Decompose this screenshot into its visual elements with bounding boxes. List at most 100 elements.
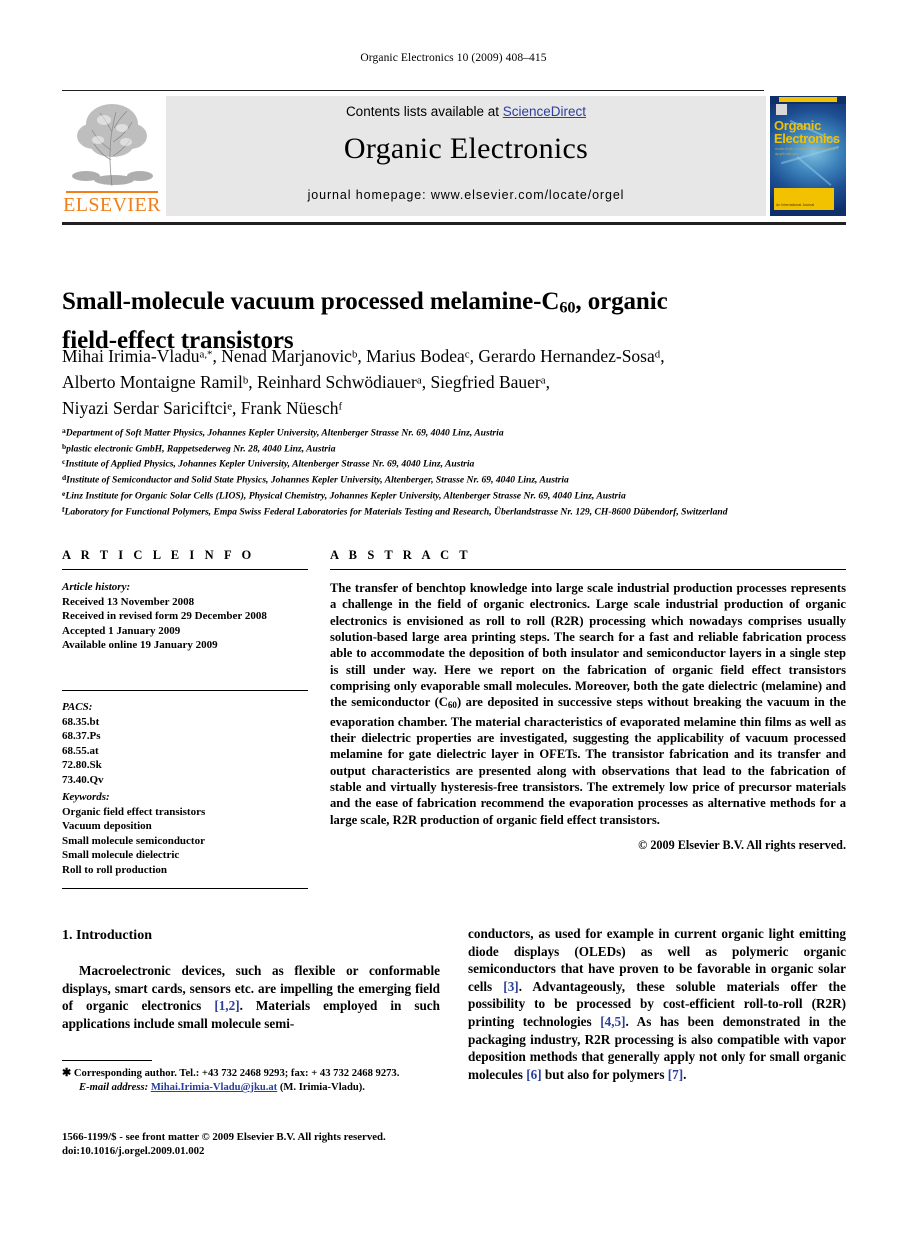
- keyword: Vacuum deposition: [62, 820, 152, 833]
- author-name: Frank Nüesch: [240, 397, 339, 418]
- keyword: Organic field effect transistors: [62, 805, 206, 818]
- affiliation: eLinz Institute for Organic Solar Cells …: [62, 487, 822, 503]
- author-affiliation-mark[interactable]: a,*: [200, 348, 213, 360]
- citation-link[interactable]: [1,2]: [214, 998, 239, 1013]
- footnote-rule: [62, 1060, 152, 1061]
- contents-lists-line: Contents lists available at ScienceDirec…: [166, 104, 766, 119]
- article-history-item: Received 13 November 2008: [62, 595, 195, 608]
- elsevier-logo: ELSEVIER: [62, 96, 162, 218]
- abstract-part1: The transfer of benchtop knowledge into …: [330, 581, 846, 710]
- author-name: Gerardo Hernandez-Sosa: [478, 345, 655, 366]
- email-label: E-mail address:: [79, 1082, 149, 1094]
- affiliation-text: Institute of Semiconductor and Solid Sta…: [66, 474, 569, 486]
- author-name: Reinhard Schwödiauer: [256, 371, 417, 392]
- banner-bottom-rule: [62, 222, 846, 225]
- article-history-item: Received in revised form 29 December 200…: [62, 610, 267, 623]
- article-info-rule: [62, 690, 308, 691]
- affiliation: bplastic electronic GmbH, Rappetsederweg…: [62, 440, 822, 456]
- author-name: Marius Bodea: [366, 345, 465, 366]
- abstract-subscript: 60: [447, 700, 457, 711]
- author: Reinhard Schwödiauera,: [257, 372, 430, 392]
- author: Frank Nüeschf: [241, 398, 342, 418]
- contents-lists-prefix: Contents lists available at: [345, 104, 503, 119]
- pacs-code: 68.55.at: [62, 744, 99, 757]
- journal-article-page: Organic Electronics 10 (2009) 408–415 EL…: [0, 0, 907, 1238]
- author-list: Mihai Irimia-Vladua,*, Nenad Marjanovicb…: [62, 342, 802, 420]
- email-link[interactable]: Mihai.Irimia-Vladu@jku.at: [151, 1082, 277, 1093]
- article-title-part2: , organic: [575, 287, 668, 315]
- cover-subtitle: materials • physics • chemistry • applic…: [775, 146, 839, 156]
- affiliation: fLaboratory for Functional Polymers, Emp…: [62, 503, 822, 519]
- elsevier-tree-icon: [64, 98, 160, 190]
- author: Gerardo Hernandez-Sosad,: [478, 346, 664, 366]
- citation-link[interactable]: [6]: [526, 1067, 541, 1082]
- cover-top-bar: [779, 97, 837, 102]
- author-name: Alberto Montaigne Ramil: [62, 371, 243, 392]
- article-info-heading: A R T I C L E I N F O: [62, 548, 255, 562]
- journal-cover-thumbnail: Organic Electronics materials • physics …: [770, 96, 846, 216]
- asterisk-icon: ✱: [62, 1067, 72, 1079]
- article-title-part1: Small-molecule vacuum processed melamine…: [62, 287, 560, 315]
- author-name: Niyazi Serdar Sariciftci: [62, 397, 228, 418]
- sciencedirect-link[interactable]: ScienceDirect: [503, 104, 586, 119]
- author-separator: ,: [248, 371, 257, 392]
- affiliation-text: Institute of Applied Physics, Johannes K…: [65, 459, 475, 471]
- author: Niyazi Serdar Sariciftcie,: [62, 398, 241, 418]
- journal-homepage[interactable]: journal homepage: www.elsevier.com/locat…: [166, 188, 766, 202]
- paragraph-text: .: [683, 1066, 687, 1082]
- abstract-heading: A B S T R A C T: [330, 548, 472, 562]
- author-name: Mihai Irimia-Vladu: [62, 345, 200, 366]
- footnote-block: ✱ Corresponding author. Tel.: +43 732 24…: [62, 1066, 452, 1095]
- copyright-notice: © 2009 Elsevier B.V. All rights reserved…: [638, 838, 846, 852]
- affiliation-text: Linz Institute for Organic Solar Cells (…: [65, 490, 626, 502]
- author: Marius Bodeac,: [366, 346, 478, 366]
- journal-title: Organic Electronics: [343, 132, 589, 165]
- keyword: Roll to roll production: [62, 863, 168, 876]
- corresponding-author-text: Corresponding author. Tel.: +43 732 2468…: [73, 1068, 400, 1079]
- journal-banner: ELSEVIER Contents lists available at Sci…: [62, 96, 846, 218]
- keyword: Small molecule dielectric: [62, 849, 180, 862]
- affiliation-text: Department of Soft Matter Physics, Johan…: [65, 427, 504, 439]
- running-head: Organic Electronics 10 (2009) 408–415: [360, 52, 547, 64]
- banner-center-panel: Contents lists available at ScienceDirec…: [166, 96, 766, 216]
- abstract-rule: [330, 569, 846, 570]
- keyword-list: Keywords: Organic field effect transisto…: [62, 790, 312, 878]
- elsevier-logo-rule: [66, 191, 158, 193]
- pacs-code: 68.37.Ps: [62, 730, 101, 743]
- issn-doi-block: 1566-1199/$ - see front matter © 2009 El…: [62, 1130, 462, 1159]
- section-heading-introduction: 1. Introduction: [62, 928, 152, 943]
- article-info-rule: [62, 888, 308, 889]
- author: Nenad Marjanovicb,: [221, 346, 366, 366]
- author: Siegfried Bauera,: [430, 372, 550, 392]
- author-separator: ,: [660, 345, 665, 366]
- author-separator: ,: [212, 345, 222, 366]
- affiliation-list: aDepartment of Soft Matter Physics, Joha…: [62, 424, 822, 518]
- pacs-code: 72.80.Sk: [62, 759, 102, 772]
- author-name: Nenad Marjanovic: [221, 345, 352, 366]
- article-history-item: Available online 19 January 2009: [62, 639, 218, 652]
- author-line: Mihai Irimia-Vladua,*, Nenad Marjanovicb…: [62, 342, 802, 368]
- article-info-rule: [62, 569, 308, 570]
- elsevier-wordmark: ELSEVIER: [63, 194, 161, 216]
- keyword: Small molecule semiconductor: [62, 834, 205, 847]
- author-affiliation-mark[interactable]: f: [338, 400, 342, 412]
- author-separator: ,: [232, 397, 241, 418]
- paragraph: conductors, as used for example in curre…: [468, 925, 846, 1083]
- issn-line: 1566-1199/$ - see front matter © 2009 El…: [62, 1131, 386, 1143]
- pacs-label: PACS:: [62, 701, 93, 713]
- article-history: Article history: Received 13 November 20…: [62, 580, 312, 653]
- article-history-item: Accepted 1 January 2009: [62, 624, 181, 637]
- author-separator: ,: [357, 345, 367, 366]
- author-name: Siegfried Bauer: [430, 371, 541, 392]
- body-column-left: Macroelectronic devices, such as flexibl…: [62, 962, 440, 1032]
- citation-link[interactable]: [3]: [503, 979, 518, 994]
- article-history-label: Article history:: [62, 581, 131, 593]
- corresponding-author-note: ✱ Corresponding author. Tel.: +43 732 24…: [62, 1066, 452, 1081]
- email-note: E-mail address: Mihai.Irimia-Vladu@jku.a…: [62, 1081, 452, 1095]
- citation-link[interactable]: [7]: [668, 1067, 683, 1082]
- body-column-right: conductors, as used for example in curre…: [468, 925, 846, 1083]
- paragraph-text: but also for polymers: [541, 1066, 668, 1082]
- keywords-label: Keywords:: [62, 791, 110, 803]
- citation-link[interactable]: [4,5]: [600, 1014, 625, 1029]
- pacs-list: PACS: 68.35.bt 68.37.Ps 68.55.at 72.80.S…: [62, 700, 312, 788]
